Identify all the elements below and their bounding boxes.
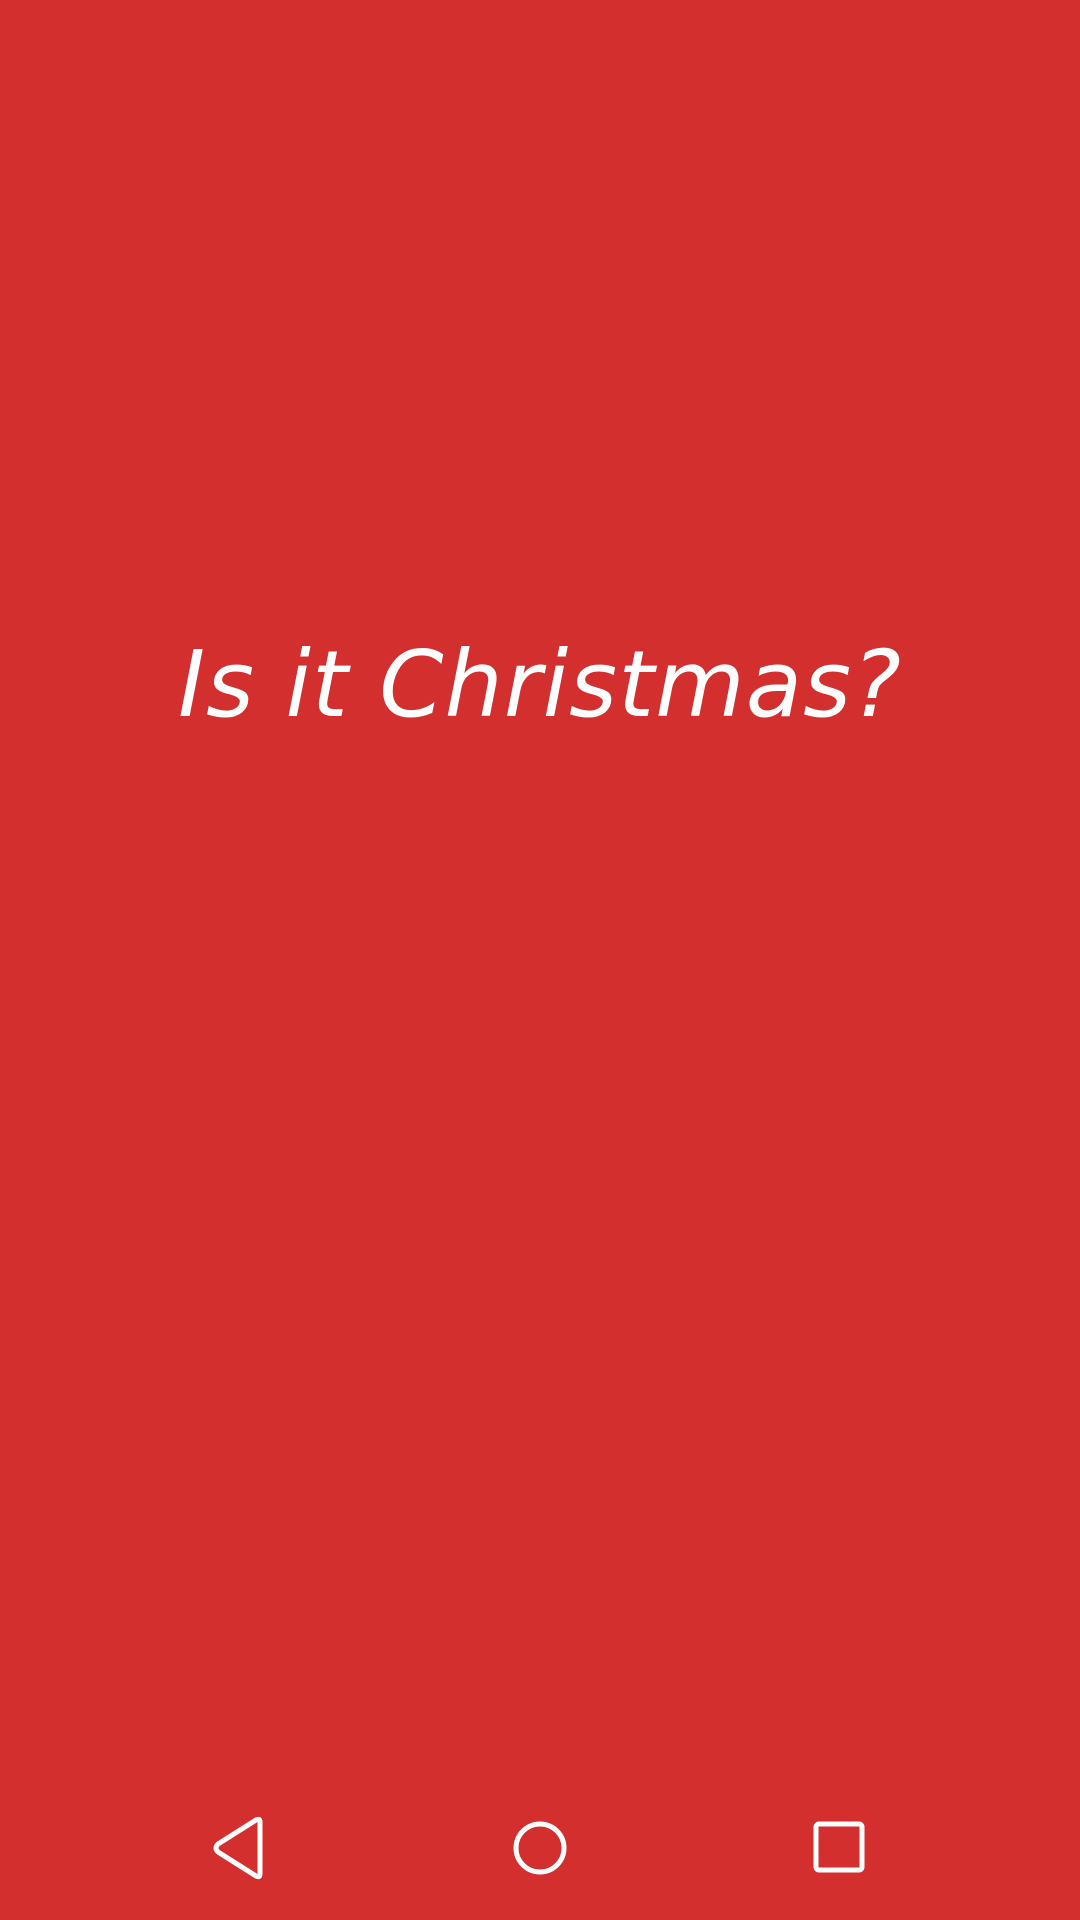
recents-button[interactable]: [790, 1798, 890, 1898]
recents-square-icon: [813, 1821, 865, 1873]
home-button[interactable]: [490, 1798, 590, 1898]
system-navigation-bar: [0, 1776, 1080, 1920]
app-screen: Is it Christmas?: [0, 0, 1080, 1776]
christmas-question-text: Is it Christmas?: [178, 631, 902, 738]
back-triangle-icon: [213, 1816, 263, 1880]
home-circle-icon: [513, 1821, 567, 1875]
back-button[interactable]: [190, 1798, 290, 1898]
